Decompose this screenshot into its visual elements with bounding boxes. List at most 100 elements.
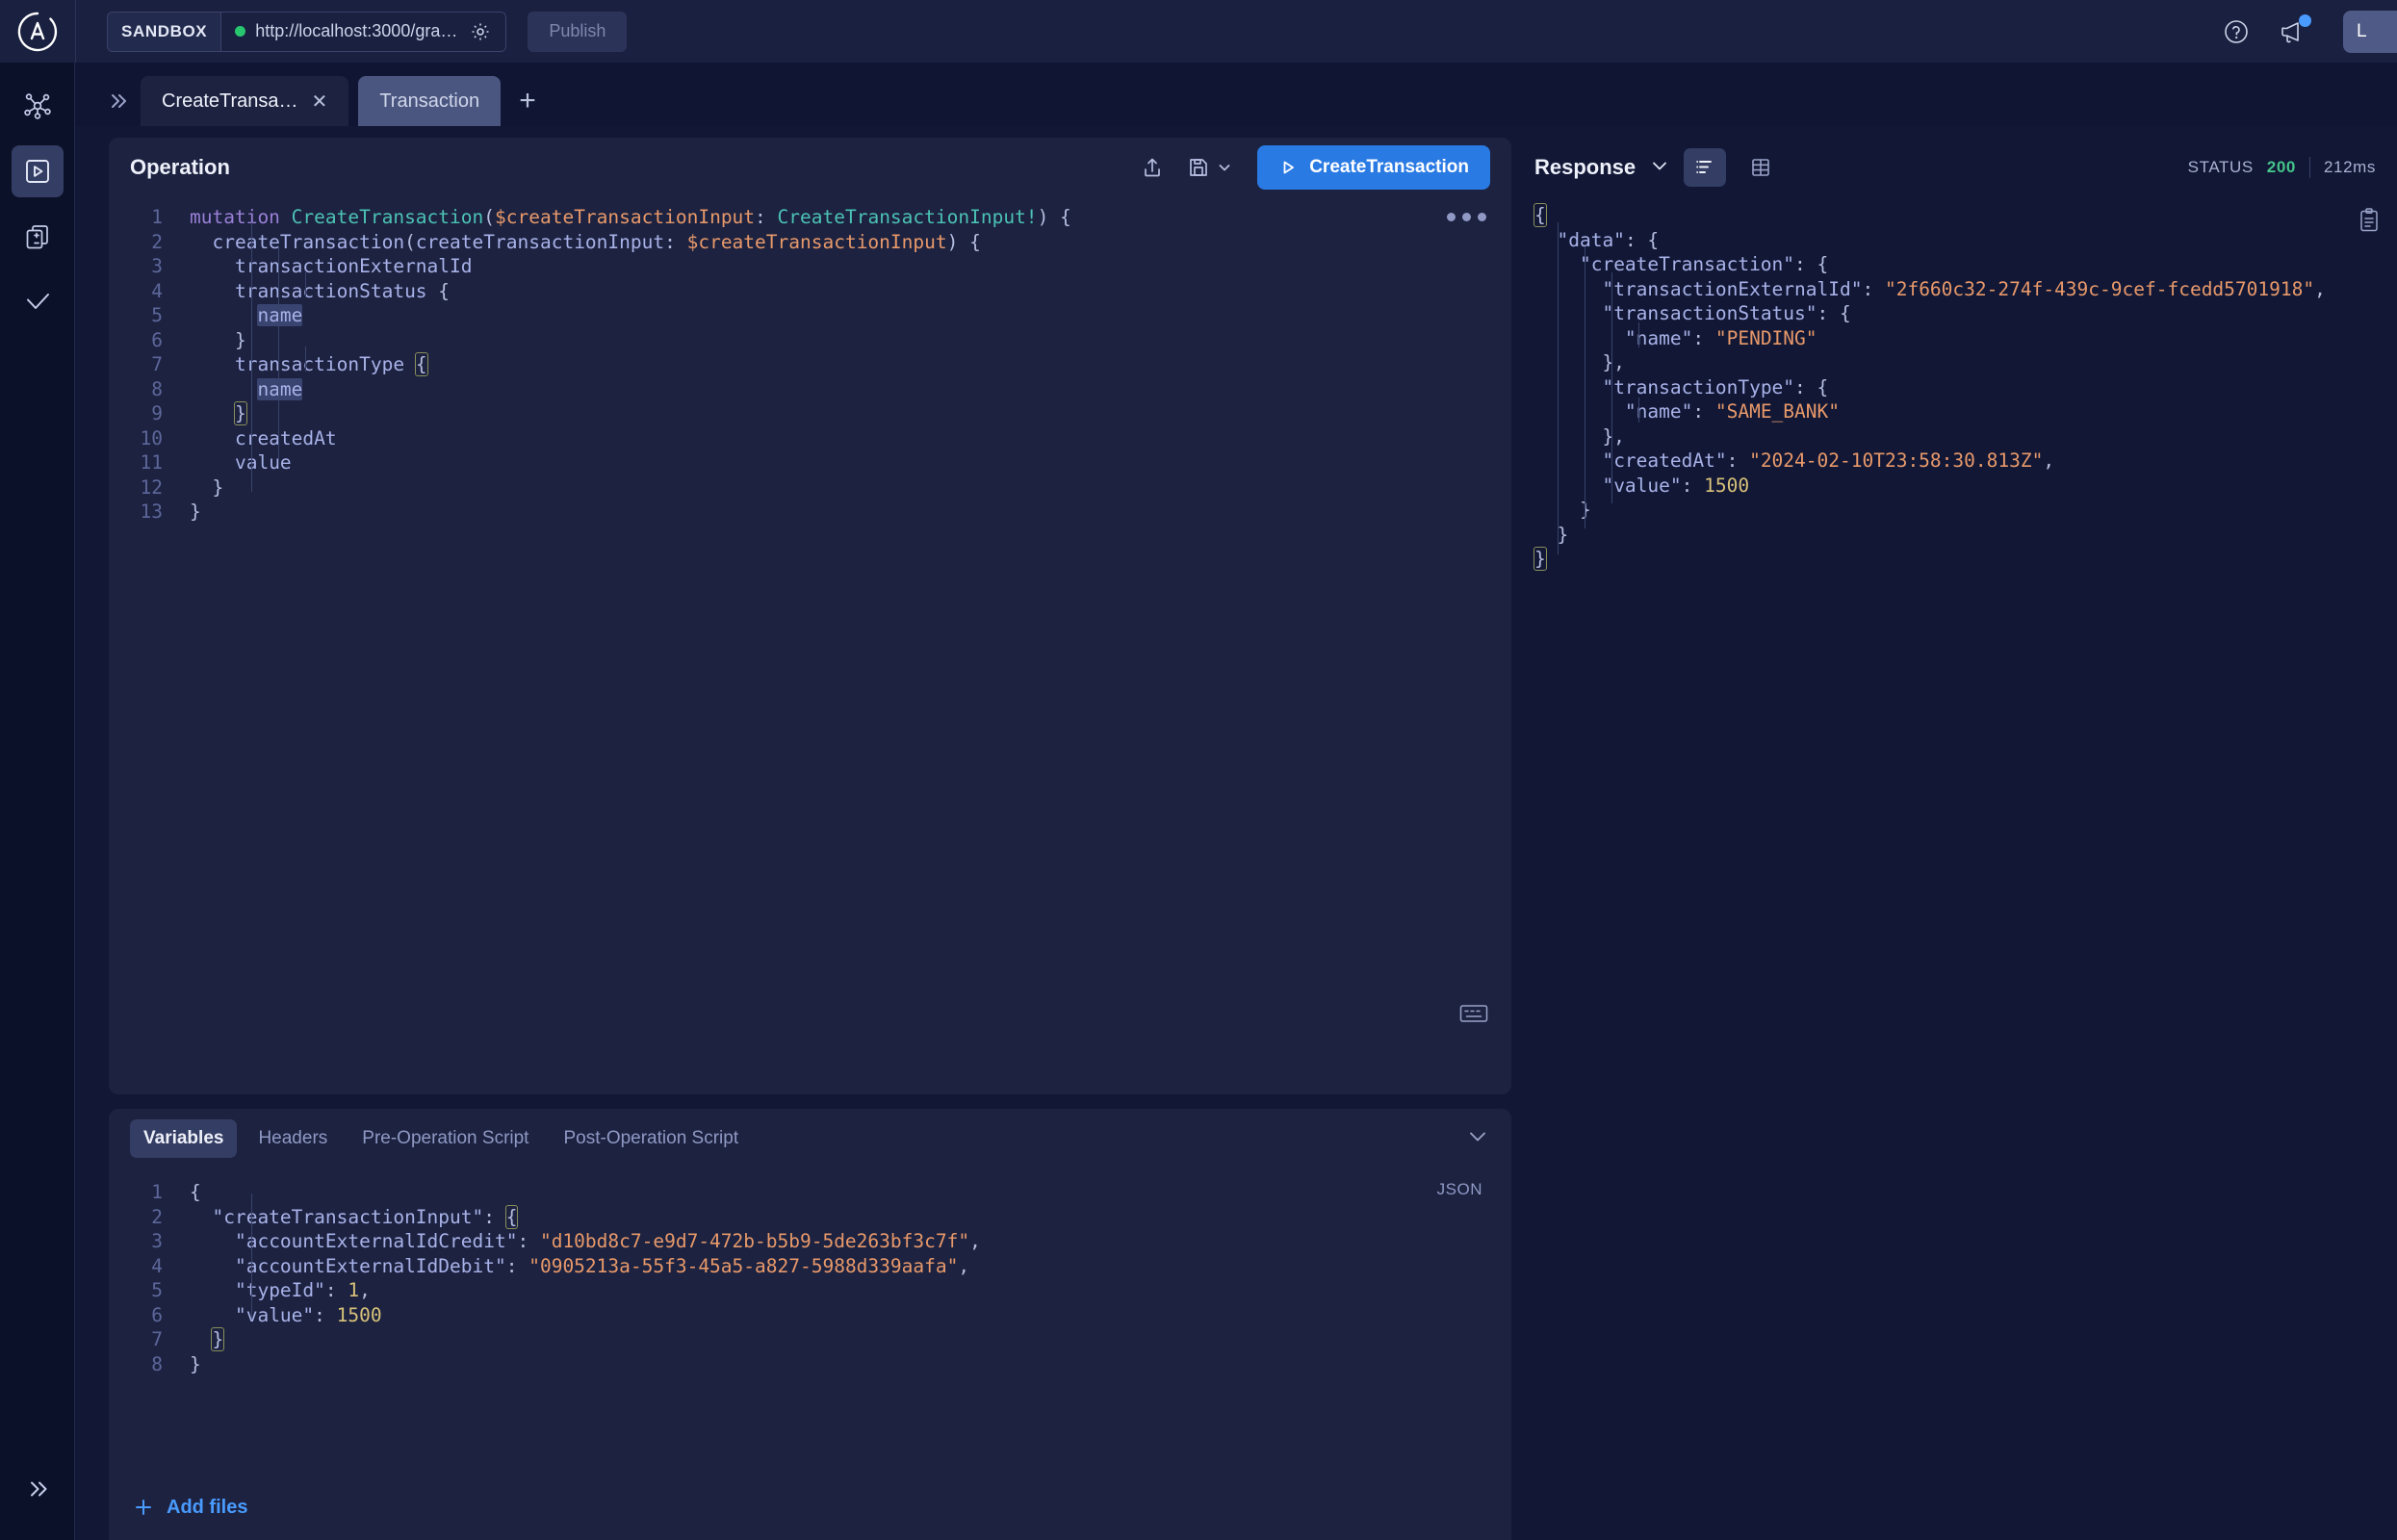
tab-headers[interactable]: Headers xyxy=(245,1119,341,1158)
tab-transaction[interactable]: Transaction xyxy=(358,76,502,126)
tab-variables[interactable]: Variables xyxy=(130,1119,238,1158)
indent-guide xyxy=(251,1194,252,1319)
line-number: 2 xyxy=(151,1205,163,1228)
clipboard-copy-icon[interactable] xyxy=(2357,207,2382,239)
sidebar-item-changelog[interactable] xyxy=(12,211,64,263)
gear-icon[interactable] xyxy=(467,18,494,45)
response-title: Response xyxy=(1534,155,1637,179)
apollo-sandbox-explorer: SANDBOX http://localhost:3000/gra… Publi… xyxy=(0,0,2397,1540)
endpoint-url-field[interactable]: http://localhost:3000/gra… xyxy=(221,12,506,51)
line-number: 6 xyxy=(151,328,163,351)
share-upload-icon[interactable] xyxy=(1136,151,1169,184)
indent-guide xyxy=(305,272,306,297)
line-number: 1 xyxy=(151,1181,163,1203)
chevron-double-right-icon xyxy=(30,1481,46,1497)
line-number: 5 xyxy=(151,304,163,326)
tabstrip-collapse-button[interactable] xyxy=(96,76,141,126)
response-code: { "data": { "createTransaction": { "tran… xyxy=(1534,203,2326,571)
close-icon[interactable]: ✕ xyxy=(312,90,328,114)
line-number: 8 xyxy=(151,377,163,400)
variables-collapse-button[interactable] xyxy=(1465,1124,1490,1154)
variables-code: 1{ 2 "createTransactionInput": { 3 "acco… xyxy=(109,1180,1511,1376)
save-disk-icon xyxy=(1190,159,1208,176)
response-json-view-button[interactable] xyxy=(1684,148,1727,187)
response-title-caret[interactable] xyxy=(1649,155,1670,181)
play-triangle-icon xyxy=(1283,161,1295,174)
operation-code: 1 mutation CreateTransaction($createTrans… xyxy=(109,205,1511,525)
line-number: 12 xyxy=(140,475,163,499)
run-operation-label: CreateTransaction xyxy=(1309,157,1469,177)
schema-graph-icon xyxy=(23,93,51,119)
status-label: STATUS xyxy=(2187,158,2254,176)
keyboard-shortcuts-icon[interactable] xyxy=(1459,1003,1488,1029)
checkmark-icon xyxy=(26,294,49,309)
login-button[interactable]: L xyxy=(2343,10,2397,53)
run-operation-button[interactable]: CreateTransaction xyxy=(1257,145,1490,190)
line-number: 13 xyxy=(140,500,163,523)
page-title: Operation xyxy=(130,155,230,179)
left-nav-rail xyxy=(0,63,75,1540)
endpoint-bar: SANDBOX http://localhost:3000/gra… xyxy=(107,11,507,52)
ellipsis-icon[interactable] xyxy=(1447,213,1486,221)
sidebar-item-explorer[interactable] xyxy=(11,145,64,197)
add-files-button[interactable]: Add files xyxy=(132,1496,247,1519)
line-number: 2 xyxy=(151,230,163,253)
line-number: 8 xyxy=(151,1352,163,1375)
response-panel: Response STATUS 200 212ms {"data": {"c… xyxy=(1534,138,2397,1540)
line-number: 3 xyxy=(151,1230,163,1252)
response-table-view-button[interactable] xyxy=(1740,148,1782,187)
tab-pre-operation-script[interactable]: Pre-Operation Script xyxy=(348,1119,542,1158)
response-header: Response STATUS 200 212ms xyxy=(1534,138,2397,197)
play-box-icon xyxy=(25,160,49,183)
save-operation-button[interactable] xyxy=(1186,155,1232,180)
line-number: 1 xyxy=(151,206,163,228)
indent-guide xyxy=(1611,272,1612,503)
line-number: 3 xyxy=(151,255,163,277)
meta-divider xyxy=(2308,157,2310,178)
top-bar: SANDBOX http://localhost:3000/gra… Publi… xyxy=(0,0,2397,63)
indent-guide xyxy=(1558,222,1559,554)
status-code: 200 xyxy=(2266,158,2296,176)
sidebar-item-checks[interactable] xyxy=(12,276,64,328)
line-number: 9 xyxy=(151,402,163,424)
plus-icon xyxy=(136,1500,151,1515)
line-number: 7 xyxy=(151,1328,163,1350)
operation-actions: CreateTransaction xyxy=(1136,145,1490,190)
megaphone-icon[interactable] xyxy=(2278,13,2311,48)
add-tab-button[interactable]: + xyxy=(501,76,554,126)
chevron-down-icon xyxy=(1219,165,1230,171)
line-number: 6 xyxy=(151,1303,163,1326)
operation-tab-strip: CreateTransa… ✕ Transaction + xyxy=(75,63,2397,126)
line-number: 10 xyxy=(140,426,163,449)
indent-guide xyxy=(278,247,279,467)
chevron-down-icon xyxy=(1653,162,1667,169)
tab-label: Transaction xyxy=(379,90,480,112)
notification-badge xyxy=(2299,13,2311,27)
indent-guide xyxy=(251,222,252,492)
rail-expand-button[interactable] xyxy=(12,1463,64,1515)
operation-editor[interactable]: 1 mutation CreateTransaction($createTrans… xyxy=(109,197,1511,1044)
line-number: 7 xyxy=(151,353,163,375)
operation-header: Operation CreateTransaction xyxy=(109,138,1511,197)
line-number: 5 xyxy=(151,1279,163,1301)
apollo-logo[interactable] xyxy=(0,0,75,63)
endpoint-url-text: http://localhost:3000/gra… xyxy=(255,21,458,40)
tab-create-transaction[interactable]: CreateTransa… ✕ xyxy=(141,76,349,126)
line-number: 4 xyxy=(151,1254,163,1277)
tab-post-operation-script[interactable]: Post-Operation Script xyxy=(550,1119,752,1158)
operation-panel: Operation CreateTransaction 1 mutation C… xyxy=(109,138,1511,1094)
topbar-divider xyxy=(75,0,76,63)
variables-panel: Variables Headers Pre-Operation Script P… xyxy=(109,1109,1511,1540)
sidebar-item-schema[interactable] xyxy=(12,80,64,132)
add-files-label: Add files xyxy=(167,1496,248,1518)
response-body[interactable]: { "data": { "createTransaction": { "tran… xyxy=(1534,197,2397,572)
documents-plus-icon xyxy=(26,225,48,249)
chevron-down-icon xyxy=(1470,1132,1485,1141)
response-duration: 212ms xyxy=(2323,158,2376,176)
question-circle-icon[interactable] xyxy=(2220,15,2253,48)
variables-editor[interactable]: 1{ 2 "createTransactionInput": { 3 "acco… xyxy=(109,1168,1511,1376)
variables-tab-row: Variables Headers Pre-Operation Script P… xyxy=(109,1109,1511,1168)
connection-status-dot xyxy=(235,26,246,37)
publish-button[interactable]: Publish xyxy=(528,11,628,52)
sandbox-badge: SANDBOX xyxy=(108,12,221,51)
